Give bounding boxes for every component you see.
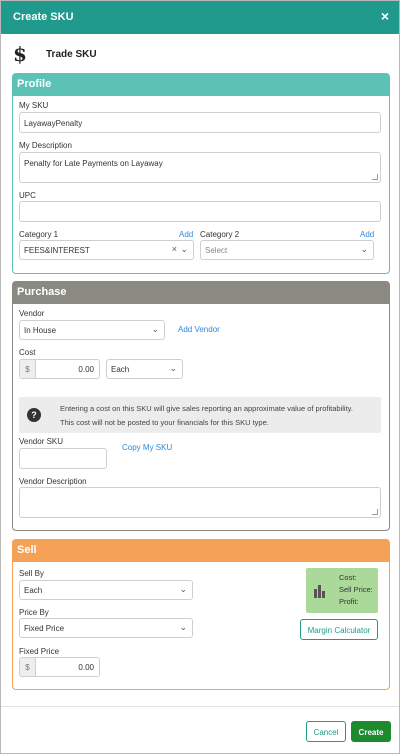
- upc-label: UPC: [19, 191, 36, 200]
- my-sku-input[interactable]: LayawayPenalty: [19, 112, 381, 133]
- sell-by-value: Each: [24, 586, 43, 595]
- price-by-value: Fixed Price: [24, 624, 65, 633]
- category1-value: FEES&INTEREST: [24, 246, 90, 255]
- chevron-down-icon: ⌄: [169, 363, 177, 373]
- fixed-price-label: Fixed Price: [19, 647, 60, 656]
- description-label: My Description: [19, 141, 72, 150]
- price-by-select[interactable]: Fixed Price ⌄: [19, 618, 193, 638]
- category1-add-link[interactable]: Add: [179, 230, 193, 239]
- category2-label: Category 2: [200, 230, 240, 239]
- chevron-down-icon: ⌄: [360, 244, 368, 254]
- close-icon[interactable]: ×: [381, 8, 389, 24]
- vendor-value: In House: [24, 326, 57, 335]
- chevron-down-icon: ⌄: [151, 324, 159, 334]
- sell-by-label: Sell By: [19, 569, 44, 578]
- footer-divider: [1, 706, 399, 707]
- chevron-down-icon: ⌄: [179, 622, 187, 632]
- description-textarea[interactable]: Penalty for Late Payments on Layaway: [19, 152, 381, 183]
- cancel-button[interactable]: Cancel: [306, 721, 346, 742]
- category1-label: Category 1: [19, 230, 59, 239]
- bar-chart-icon-bar: [322, 591, 325, 598]
- purchase-panel-title: Purchase: [13, 282, 389, 304]
- profile-panel-title: Profile: [13, 74, 389, 96]
- upc-input[interactable]: [19, 201, 381, 222]
- sell-panel-title: Sell: [13, 540, 389, 562]
- category2-add-link[interactable]: Add: [360, 230, 374, 239]
- vendor-description-label: Vendor Description: [19, 477, 87, 486]
- profile-panel: Profile My SKU LayawayPenalty My Descrip…: [12, 73, 390, 274]
- resize-handle-icon[interactable]: [372, 174, 378, 180]
- summary-sell-price-label: Sell Price:: [339, 585, 373, 594]
- cost-unit-select[interactable]: Each ⌄: [106, 359, 183, 379]
- margin-calculator-button[interactable]: Margin Calculator: [300, 619, 378, 640]
- cost-label: Cost: [19, 348, 36, 357]
- sku-type-label: Trade SKU: [46, 49, 97, 60]
- add-vendor-link[interactable]: Add Vendor: [178, 325, 220, 334]
- copy-my-sku-link[interactable]: Copy My SKU: [122, 443, 172, 452]
- purchase-panel: Purchase Vendor In House ⌄ Add Vendor Co…: [12, 281, 390, 531]
- sell-panel: Sell Sell By Each ⌄ Price By Fixed Price…: [12, 539, 390, 690]
- clear-icon[interactable]: ×: [172, 244, 177, 254]
- info-line-2: This cost will not be posted to your fin…: [60, 418, 269, 427]
- vendor-select[interactable]: In House ⌄: [19, 320, 165, 340]
- category1-select[interactable]: FEES&INTEREST × ⌄: [19, 240, 194, 260]
- dialog-title: Create SKU: [13, 11, 74, 23]
- category2-select[interactable]: Select ⌄: [200, 240, 374, 260]
- description-value: Penalty for Late Payments on Layaway: [24, 159, 163, 168]
- summary-profit-label: Profit:: [339, 597, 359, 606]
- vendor-label: Vendor: [19, 309, 45, 318]
- cost-info-box: ? Entering a cost on this SKU will give …: [19, 397, 381, 433]
- profit-summary: Cost: Sell Price: Profit:: [306, 568, 378, 613]
- summary-cost-label: Cost:: [339, 573, 357, 582]
- category2-value: Select: [205, 246, 228, 255]
- dollar-icon: $: [13, 42, 27, 66]
- my-sku-label: My SKU: [19, 101, 49, 110]
- create-sku-dialog: Create SKU × $ Trade SKU Profile My SKU …: [0, 0, 400, 754]
- chevron-down-icon: ⌄: [179, 584, 187, 594]
- info-line-1: Entering a cost on this SKU will give sa…: [60, 404, 353, 413]
- fixed-price-value: 0.00: [78, 663, 94, 672]
- vendor-sku-label: Vendor SKU: [19, 437, 64, 446]
- create-button[interactable]: Create: [351, 721, 391, 742]
- currency-addon: $: [20, 360, 36, 378]
- chevron-down-icon: ⌄: [180, 244, 188, 254]
- bar-chart-icon-bar: [318, 585, 321, 598]
- cost-input[interactable]: $ 0.00: [19, 359, 100, 379]
- fixed-price-input[interactable]: $ 0.00: [19, 657, 100, 677]
- price-by-label: Price By: [19, 608, 49, 617]
- cost-value: 0.00: [78, 365, 94, 374]
- currency-addon: $: [20, 658, 36, 676]
- bar-chart-icon-bar: [314, 589, 317, 598]
- vendor-description-textarea[interactable]: [19, 487, 381, 518]
- cost-unit-value: Each: [111, 365, 130, 374]
- sell-by-select[interactable]: Each ⌄: [19, 580, 193, 600]
- vendor-sku-input[interactable]: [19, 448, 107, 469]
- question-icon: ?: [27, 408, 41, 422]
- resize-handle-icon[interactable]: [372, 509, 378, 515]
- dialog-header: Create SKU ×: [1, 1, 399, 34]
